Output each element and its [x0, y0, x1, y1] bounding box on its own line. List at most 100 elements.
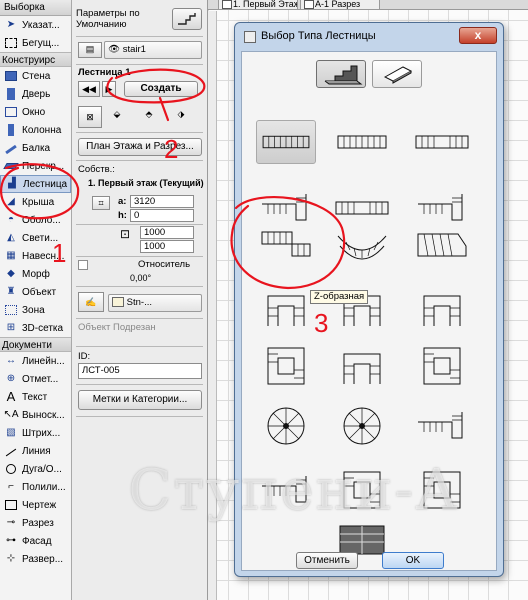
tool-label: Свети...	[22, 232, 59, 244]
tool-line[interactable]: Линия	[0, 442, 71, 460]
tab-floor-plan[interactable]: 1. Первый Этаж	[218, 0, 298, 10]
tool-curtain-wall[interactable]: ▦ Навесн...	[0, 247, 71, 265]
stair-settings-icon	[178, 13, 196, 25]
stair-type-lturn-5-2[interactable]	[412, 404, 472, 448]
stair-type-ushape-4-1[interactable]	[332, 344, 392, 388]
stair-type-square-4-0[interactable]	[256, 344, 316, 388]
length-input[interactable]: 1000	[140, 240, 194, 253]
tool-slab[interactable]: Перекр...	[0, 157, 71, 175]
tool-mesh[interactable]: ⊞ 3D-сетка	[0, 319, 71, 337]
close-button[interactable]: x	[459, 27, 497, 44]
pen-icon[interactable]: ✍	[78, 292, 104, 312]
width-length-icon: ⊡	[119, 227, 131, 241]
dimension-b-input[interactable]: 0	[130, 209, 194, 222]
stair-flat-icon	[383, 66, 413, 84]
tool-section[interactable]: ⊸ Разрез	[0, 514, 71, 532]
geometry-method-straight[interactable]: ⊠	[78, 106, 102, 128]
home-story-value[interactable]: 1. Первый этаж (Текущий)	[88, 178, 204, 188]
tool-arrow[interactable]: ➤ Указат...	[0, 16, 71, 34]
toolbox-group-design[interactable]: Конструирс	[0, 52, 71, 67]
stair-type-spiral-5-0[interactable]	[256, 404, 316, 448]
width-input[interactable]: 1000	[140, 226, 194, 239]
stair-square-icon	[267, 347, 305, 385]
toolbox-header[interactable]: Выборка	[0, 0, 71, 16]
stair-type-ushape-3-2[interactable]	[412, 286, 472, 330]
tool-window[interactable]: Окно	[0, 103, 71, 121]
mirror-checkbox[interactable]	[78, 260, 88, 270]
labels-categories-button[interactable]: Метки и Категории...	[78, 390, 202, 410]
tool-text[interactable]: A Текст	[0, 388, 71, 406]
stair-type-straight-0-1[interactable]	[332, 120, 392, 164]
tool-label-tool[interactable]: ↖A Выноск...	[0, 406, 71, 424]
geometry-method-rotated[interactable]: ⬙	[110, 108, 124, 122]
stair-type-straight-0-0[interactable]	[256, 120, 316, 164]
prev-button[interactable]: ◀◀	[78, 81, 100, 97]
stair-type-curved-2-1[interactable]	[332, 224, 392, 268]
tool-drawing[interactable]: Чертеж	[0, 496, 71, 514]
stair-type-square-6-1[interactable]	[332, 468, 392, 512]
slab-icon	[2, 158, 20, 174]
surface-selector[interactable]: Stn-...	[108, 294, 202, 312]
tool-label: Бегущ...	[22, 37, 60, 49]
stair-type-square-6-2[interactable]	[412, 468, 472, 512]
toolbox-group-document[interactable]: Документи	[0, 337, 71, 352]
stair-type-zturn-2-0[interactable]	[256, 224, 316, 268]
cancel-button[interactable]: Отменить	[296, 552, 358, 569]
layer-selector[interactable]: 👁 stair1	[104, 41, 202, 59]
tool-beam[interactable]: Балка	[0, 139, 71, 157]
tool-door[interactable]: Дверь	[0, 85, 71, 103]
toolbox-panel: Выборка ➤ Указат... Бегущ... Конструирс …	[0, 0, 72, 600]
tool-interior-elevation[interactable]: ⊹ Развер...	[0, 550, 71, 568]
tool-stair[interactable]: ▟ Лестница	[0, 175, 71, 193]
tool-roof[interactable]: ◢ Крыша	[0, 193, 71, 211]
tool-level-dimension[interactable]: ⊕ Отмет...	[0, 370, 71, 388]
layer-icon[interactable]: ▤	[78, 42, 102, 58]
ok-button[interactable]: OK	[382, 552, 444, 569]
roof-icon: ◢	[7, 196, 15, 207]
stair-type-landing-0-2[interactable]	[412, 120, 472, 164]
stair-square-icon	[423, 471, 461, 509]
settings-dialog-button[interactable]	[172, 8, 202, 30]
tool-skylight[interactable]: ◭ Свети...	[0, 229, 71, 247]
tool-zone[interactable]: Зона	[0, 301, 71, 319]
tool-fill[interactable]: ▧ Штрих...	[0, 424, 71, 442]
stair-diag-icon	[417, 233, 467, 257]
create-button[interactable]: Создать	[124, 81, 198, 97]
vertical-scrollbar[interactable]	[208, 11, 217, 600]
floor-plan-section-button[interactable]: План Этажа и Разрез...	[78, 138, 202, 156]
geometry-method-corner[interactable]: ⬗	[174, 108, 188, 122]
tool-label: Линия	[22, 445, 51, 457]
stair-landing-icon	[415, 135, 469, 149]
zone-icon	[2, 302, 20, 318]
tool-marquee[interactable]: Бегущ...	[0, 34, 71, 52]
stair-type-spiral-5-1[interactable]	[332, 404, 392, 448]
shell-icon: ◓	[7, 214, 15, 225]
tool-wall[interactable]: Стена	[0, 67, 71, 85]
tool-label: Чертеж	[22, 499, 57, 511]
tab-3d-stairs[interactable]	[316, 60, 366, 88]
angle-value[interactable]: 0,00°	[130, 273, 151, 283]
tool-label: Навесн...	[22, 250, 65, 262]
polyline-icon: ⌐	[8, 481, 14, 492]
tool-elevation[interactable]: ⊶ Фасад	[0, 532, 71, 550]
stair-type-square-4-2[interactable]	[412, 344, 472, 388]
stair-type-diag-2-2[interactable]	[412, 224, 472, 268]
tool-object[interactable]: ♜ Объект	[0, 283, 71, 301]
dimension-icon: ↔	[6, 355, 16, 366]
fill-icon: ▧	[6, 427, 16, 438]
geometry-method-diagonal[interactable]: ⬘	[142, 108, 156, 122]
next-button[interactable]: ▶	[102, 81, 116, 97]
tool-column[interactable]: Колонна	[0, 121, 71, 139]
dimension-a-input[interactable]: 3120	[130, 195, 194, 208]
stair-type-lturn-6-0[interactable]	[256, 468, 316, 512]
tab-section[interactable]: A-1 Разрез	[300, 0, 380, 10]
tool-shell[interactable]: ◓ Оболо...	[0, 211, 71, 229]
dimension-a-label: a:	[118, 196, 127, 207]
id-input[interactable]: ЛСТ-005	[78, 363, 202, 379]
tool-arc[interactable]: Дуга/О...	[0, 460, 71, 478]
tab-2d-stairs[interactable]	[372, 60, 422, 88]
tool-polyline[interactable]: ⌐ Полили...	[0, 478, 71, 496]
tool-dimension[interactable]: ↔ Линейн...	[0, 352, 71, 370]
stair-type-ushape-3-0[interactable]	[256, 286, 316, 330]
tool-morph[interactable]: ◆ Морф	[0, 265, 71, 283]
